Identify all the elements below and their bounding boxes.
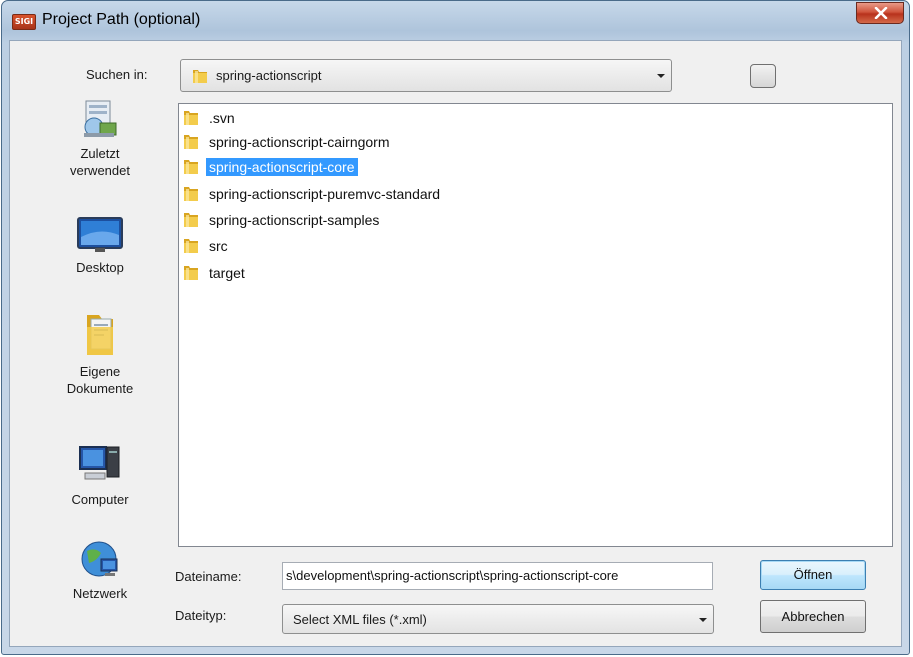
place-desktop[interactable]: Desktop — [32, 215, 168, 276]
look-in-value: spring-actionscript — [216, 68, 322, 83]
close-icon — [874, 7, 888, 19]
filename-label: Dateiname: — [175, 569, 242, 584]
filename-input[interactable]: s\development\spring-actionscript\spring… — [282, 562, 713, 590]
chevron-down-icon[interactable] — [657, 74, 665, 78]
list-item[interactable]: spring-actionscript-cairngorm — [183, 132, 393, 152]
dialog-client-area: Suchen in: spring-actionscript Zuletzt v… — [9, 40, 902, 647]
place-label: Desktop — [76, 260, 124, 275]
window-title: Project Path (optional) — [42, 11, 201, 28]
file-name: spring-actionscript-puremvc-standard — [209, 186, 441, 202]
place-computer[interactable]: Computer — [32, 443, 168, 508]
place-documents[interactable]: Eigene Dokumente — [32, 309, 168, 397]
folder-icon — [184, 111, 198, 125]
filetype-value: Select XML files (*.xml) — [293, 612, 427, 627]
folder-icon — [184, 213, 198, 227]
file-dialog-window: SIGI Project Path (optional) Suchen in: … — [1, 0, 910, 655]
filetype-dropdown[interactable]: Select XML files (*.xml) — [282, 604, 714, 634]
place-recent[interactable]: Zuletzt verwendet — [32, 97, 168, 179]
look-in-dropdown[interactable]: spring-actionscript — [180, 59, 672, 92]
filename-value: s\development\spring-actionscript\spring… — [286, 568, 619, 583]
list-item[interactable]: .svn — [183, 108, 238, 128]
chevron-down-icon[interactable] — [699, 618, 707, 622]
folder-icon — [193, 70, 207, 83]
places-bar: Zuletzt verwendet Desktop Eigene Dokumen… — [32, 97, 168, 617]
list-item[interactable]: spring-actionscript-puremvc-standard — [183, 184, 443, 204]
place-label: Netzwerk — [72, 586, 128, 601]
filetype-label: Dateityp: — [175, 608, 227, 623]
folder-icon — [184, 160, 198, 174]
file-name: spring-actionscript-cairngorm — [209, 134, 390, 150]
file-list[interactable]: .svn spring-actionscript-cairngorm sprin… — [178, 103, 893, 547]
list-item-selected[interactable]: spring-actionscript-core — [183, 157, 358, 177]
open-button[interactable]: Öffnen — [760, 560, 866, 590]
computer-icon — [79, 446, 120, 480]
file-name: spring-actionscript-samples — [209, 212, 380, 228]
recent-places-icon — [84, 100, 117, 137]
new-folder-button[interactable] — [750, 64, 776, 88]
folder-icon — [184, 239, 198, 253]
cancel-button[interactable]: Abbrechen — [760, 600, 866, 633]
place-label: Eigene — [79, 364, 121, 379]
place-label: Dokumente — [66, 381, 134, 396]
title-bar[interactable]: SIGI Project Path (optional) — [2, 1, 909, 41]
file-name: spring-actionscript-core — [206, 158, 358, 176]
file-name: src — [209, 238, 228, 254]
app-icon: SIGI — [12, 14, 36, 30]
network-icon — [81, 541, 118, 577]
documents-folder-icon — [87, 315, 113, 355]
look-in-label: Suchen in: — [86, 67, 148, 82]
list-item[interactable]: target — [183, 263, 248, 283]
desktop-icon — [77, 217, 123, 252]
folder-icon — [184, 187, 198, 201]
place-label: Computer — [71, 492, 129, 507]
list-item[interactable]: spring-actionscript-samples — [183, 210, 382, 230]
list-item[interactable]: src — [183, 236, 231, 256]
file-name: .svn — [209, 110, 235, 126]
place-network[interactable]: Netzwerk — [32, 537, 168, 602]
folder-icon — [184, 135, 198, 149]
place-label: Zuletzt — [80, 146, 120, 161]
folder-icon — [184, 266, 198, 280]
file-name: target — [209, 265, 245, 281]
place-label: verwendet — [70, 163, 130, 178]
close-button[interactable] — [856, 2, 904, 24]
